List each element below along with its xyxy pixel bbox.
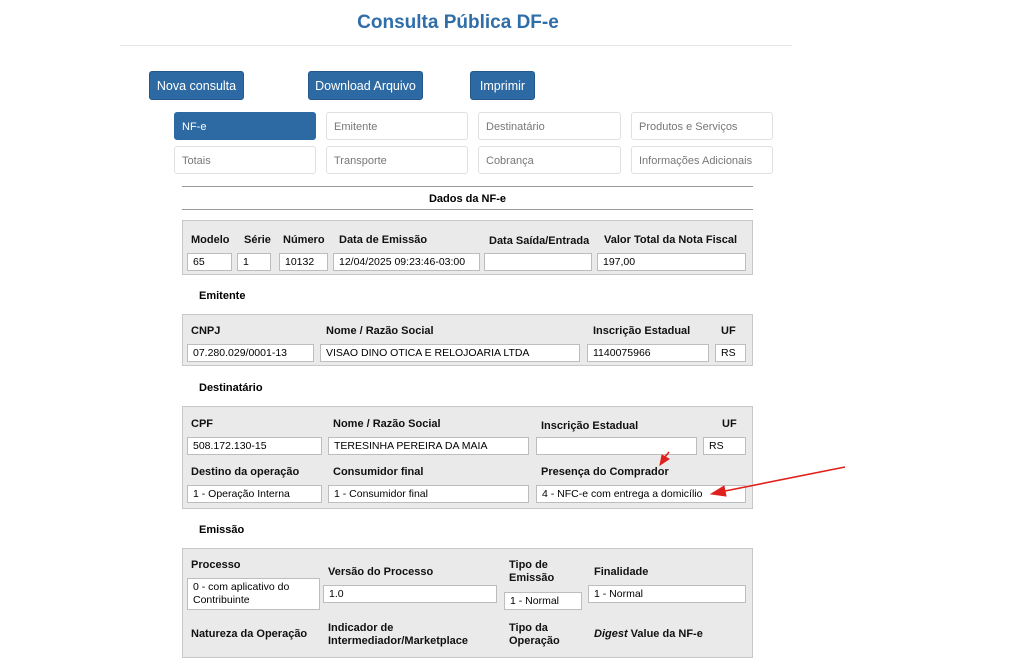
annotation-arrows (659, 451, 846, 497)
annotation-arrowhead-long (709, 485, 727, 497)
annotation-arrowhead-short (659, 454, 670, 467)
annotation-arrow-long (719, 466, 846, 493)
